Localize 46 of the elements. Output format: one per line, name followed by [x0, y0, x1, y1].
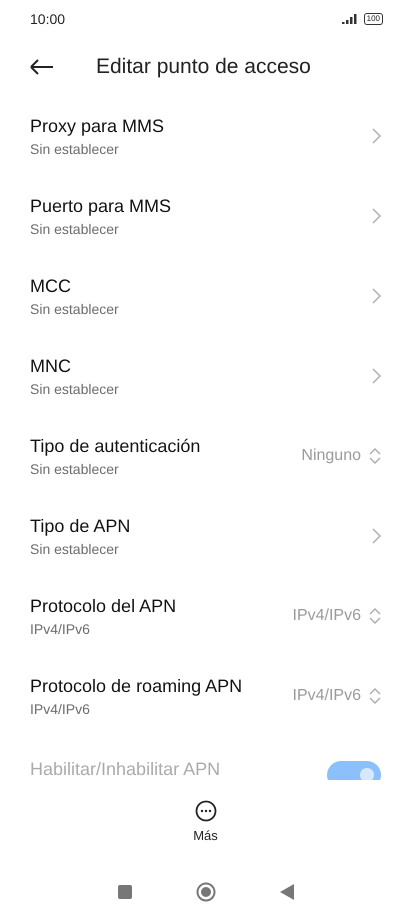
setting-title: Puerto para MMS: [30, 196, 172, 216]
setting-value: Sin establecer: [30, 460, 120, 476]
page-title: Editar punto de acceso: [96, 55, 311, 79]
setting-title: Proxy para MMS: [30, 116, 166, 136]
chevron-icon: [372, 128, 381, 144]
recents-button[interactable]: [118, 885, 132, 899]
settings-row[interactable]: MNC Sin establecer: [0, 336, 411, 416]
setting-title: Protocolo del APN: [30, 596, 178, 616]
up-down-icon: [369, 687, 381, 705]
setting-value: Sin establecer: [30, 220, 120, 236]
settings-row[interactable]: Puerto para MMS Sin establecer: [0, 176, 411, 256]
settings-row[interactable]: Protocolo de roaming APN IPv4/IPv6 IPv4/IPv6: [0, 656, 411, 736]
setting-value: Sin establecer: [30, 140, 120, 156]
chevron-icon: [372, 208, 381, 224]
settings-row[interactable]: Protocolo del APN IPv4/IPv6 IPv4/IPv6: [0, 576, 411, 656]
chevron-icon: [372, 288, 381, 304]
setting-title: Tipo de autenticación: [30, 436, 202, 456]
selected-option: IPv4/IPv6: [292, 687, 361, 705]
back-button[interactable]: [30, 59, 54, 75]
clock: 10:00: [30, 11, 66, 27]
signal-icon: [342, 14, 359, 24]
setting-title: MCC: [30, 276, 72, 296]
settings-row[interactable]: Proxy para MMS Sin establecer: [0, 96, 411, 176]
setting-value: Sin establecer: [30, 380, 120, 396]
setting-title: Protocolo de roaming APN: [30, 676, 244, 696]
chevron-icon: [372, 528, 381, 544]
chevron-icon: [372, 368, 381, 384]
home-button[interactable]: [196, 882, 216, 902]
more-button[interactable]: Más: [193, 800, 218, 872]
up-down-icon: [369, 607, 381, 625]
setting-title: MNC: [30, 356, 72, 376]
setting-title: Habilitar/Inhabilitar APN: [30, 759, 222, 780]
settings-row[interactable]: MCC Sin establecer: [0, 256, 411, 336]
settings-row[interactable]: Tipo de autenticación Sin establecer Ninguno: [0, 416, 411, 496]
setting-value: Sin establecer: [30, 300, 120, 316]
back-nav-button[interactable]: [280, 884, 294, 900]
setting-value: IPv4/IPv6: [30, 700, 91, 716]
settings-row[interactable]: Tipo de APN Sin establecer: [0, 496, 411, 576]
selected-option: Ninguno: [301, 447, 361, 465]
battery-indicator: 100: [364, 13, 383, 25]
up-down-icon: [369, 447, 381, 465]
selected-option: IPv4/IPv6: [292, 607, 361, 625]
more-icon: [194, 800, 216, 822]
setting-value: IPv4/IPv6: [30, 620, 91, 636]
setting-value: Sin establecer: [30, 540, 120, 556]
setting-title: Tipo de APN: [30, 516, 132, 536]
